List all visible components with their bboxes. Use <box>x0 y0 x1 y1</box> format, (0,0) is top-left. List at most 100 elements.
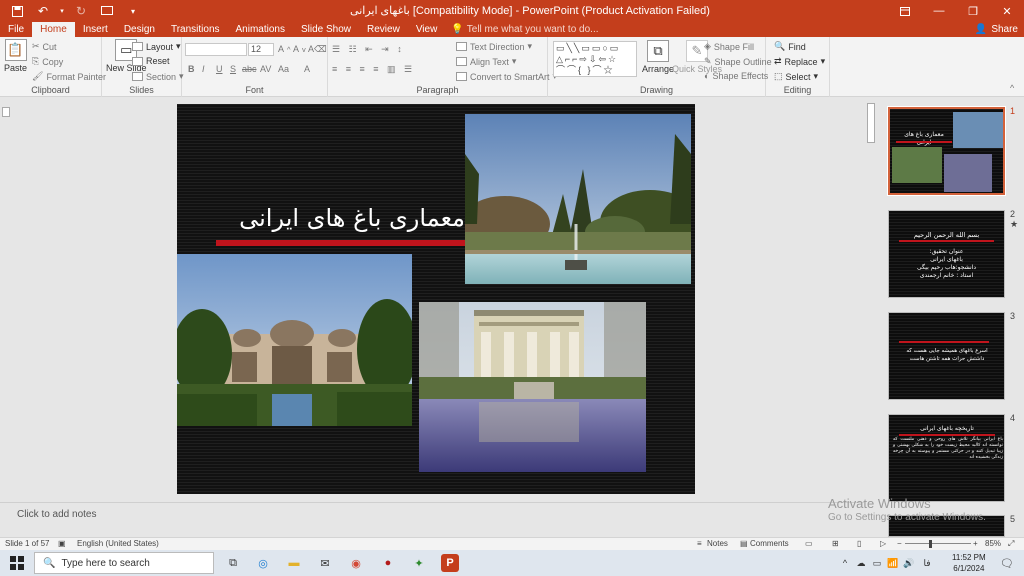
zoom-level[interactable]: 85% <box>985 539 1001 548</box>
tab-review[interactable]: Review <box>359 22 408 37</box>
grow-font-icon[interactable]: A ^ <box>278 44 291 54</box>
tab-transitions[interactable]: Transitions <box>163 22 228 37</box>
slide-thumbnail-3[interactable]: اسرع باغهای همیشه جایی هست که داشتش حرات… <box>888 312 1005 400</box>
shape-effects-button[interactable]: ◐ Shape Effects <box>704 71 768 81</box>
scroll-thumb[interactable] <box>2 107 10 117</box>
chrome-icon[interactable]: ◉ <box>347 554 365 572</box>
volume-icon[interactable]: 🔊 <box>900 554 918 572</box>
slide-thumbnail-2[interactable]: بسم الله الرحمن الرحیم عنوان تحقیق: باغه… <box>888 210 1005 298</box>
spell-check-icon[interactable]: ▣ <box>58 539 66 548</box>
change-case-button[interactable]: Aa <box>278 64 289 74</box>
align-text-button[interactable]: Align Text ▾ <box>456 56 516 67</box>
maximize-icon[interactable]: ❐ <box>956 0 990 22</box>
garden-fountain-photo[interactable] <box>465 114 691 284</box>
mail-icon[interactable]: ✉ <box>316 554 334 572</box>
language-status[interactable]: English (United States) <box>77 539 159 548</box>
notes-toggle[interactable]: Notes <box>707 539 728 548</box>
tell-me-box[interactable]: 💡 Tell me what you want to do... <box>451 22 598 37</box>
normal-view-icon[interactable]: ▭ <box>805 539 813 548</box>
slideshow-view-icon[interactable]: ▷ <box>880 539 886 548</box>
powerpoint-taskbar-icon[interactable]: P <box>441 554 459 572</box>
underline-button[interactable]: U <box>216 64 223 74</box>
notification-icon[interactable]: 🗨 <box>998 554 1016 572</box>
clear-formatting-icon[interactable]: A⌫ <box>308 44 327 55</box>
shapes-gallery[interactable]: ▭╲╲▭▭○▭ △⌐⌐⇨⇩⇦☆ ⌒⌒{ }⌒☆ <box>553 41 637 77</box>
align-buttons[interactable]: ≡ ≡ ≡ ≡ ▥ ☰ <box>332 64 415 75</box>
reset-button[interactable]: Reset <box>132 56 170 66</box>
start-from-beginning-icon[interactable] <box>96 2 118 20</box>
minimize-icon[interactable]: — <box>922 0 956 22</box>
slide-thumbnail-1[interactable]: معماری باغ های ایرانی <box>887 106 1006 196</box>
paste-button[interactable]: 📋 Paste <box>4 39 27 73</box>
reading-view-icon[interactable]: ▯ <box>857 539 861 548</box>
notes-pane[interactable]: Click to add notes <box>0 502 864 537</box>
taskbar-clock[interactable]: 11:52 PM 6/1/2024 <box>952 552 986 574</box>
shrink-font-icon[interactable]: Av <box>293 44 306 54</box>
tab-animations[interactable]: Animations <box>228 22 293 37</box>
edge-browser-icon[interactable]: ◎ <box>254 554 272 572</box>
taskbar-search-box[interactable]: 🔍 Type here to search <box>34 552 214 574</box>
font-name-box[interactable] <box>185 43 247 56</box>
section-button[interactable]: Section ▾ <box>132 71 184 82</box>
format-painter-button[interactable]: 🖌 Format Painter <box>32 71 106 82</box>
italic-button[interactable]: I <box>202 64 205 74</box>
save-icon[interactable] <box>6 2 28 20</box>
collapse-ribbon-icon[interactable]: ^ <box>1010 83 1014 93</box>
mansion-reflection-pool-photo[interactable] <box>419 302 646 472</box>
redo-icon[interactable]: ↻ <box>70 2 92 20</box>
fit-to-window-icon[interactable]: ⤢ <box>1008 539 1014 549</box>
font-color-button[interactable]: A <box>304 64 310 74</box>
notes-icon[interactable]: ≡ <box>697 539 702 548</box>
customize-qat-icon[interactable]: ▾ <box>122 2 144 20</box>
undo-icon[interactable]: ↶ <box>32 2 54 20</box>
app-icon[interactable]: ✦ <box>410 554 428 572</box>
share-button[interactable]: 👤 Share <box>975 22 1018 37</box>
shape-outline-button[interactable]: ✎ Shape Outline <box>704 56 772 67</box>
character-spacing-button[interactable]: AV <box>260 64 271 74</box>
text-direction-button[interactable]: Text Direction ▾ <box>456 41 532 52</box>
shadow-button[interactable]: S <box>230 64 236 74</box>
slide-sorter-icon[interactable]: ⊞ <box>832 539 839 548</box>
undo-dropdown-icon[interactable]: ▾ <box>58 2 66 20</box>
file-explorer-icon[interactable]: ▬ <box>285 554 303 572</box>
tab-slide-show[interactable]: Slide Show <box>293 22 359 37</box>
bold-button[interactable]: B <box>188 64 195 74</box>
copy-button[interactable]: ⎘ Copy <box>32 56 63 67</box>
layout-button[interactable]: Layout ▾ <box>132 41 181 52</box>
slide-title[interactable]: معماری باغ های ایرانی <box>217 204 465 232</box>
tab-view[interactable]: View <box>408 22 446 37</box>
tab-file[interactable]: File <box>0 22 32 37</box>
thumbnail-scroll-thumb[interactable] <box>867 103 875 143</box>
garden-palace-photo[interactable] <box>177 254 412 426</box>
tab-insert[interactable]: Insert <box>75 22 116 37</box>
font-size-box[interactable]: 12 <box>248 43 274 56</box>
ribbon-display-options-icon[interactable] <box>888 0 922 22</box>
zoom-slider-thumb[interactable] <box>929 540 932 548</box>
replace-button[interactable]: ⇄ Replace ▾ <box>774 56 825 67</box>
windows-start-icon[interactable] <box>8 554 26 572</box>
list-buttons[interactable]: ☰ ☷ ⇤ ⇥ ↕ <box>332 44 405 55</box>
current-slide[interactable]: معماری باغ های ایرانی <box>177 104 695 494</box>
media-player-icon[interactable]: ● <box>379 554 397 572</box>
task-view-icon[interactable]: ⧉ <box>224 554 242 572</box>
shape-fill-button[interactable]: ◈ Shape Fill <box>704 41 754 52</box>
windows-taskbar: 🔍 Type here to search ⧉ ◎ ▬ ✉ ◉ ● ✦ P ^ … <box>0 550 1024 576</box>
keyboard-language[interactable]: فا <box>918 554 936 572</box>
close-icon[interactable]: ✕ <box>990 0 1024 22</box>
thumbnail-scrollbar[interactable] <box>864 97 878 537</box>
tab-home[interactable]: Home <box>32 22 75 37</box>
strikethrough-button[interactable]: abc <box>242 64 257 74</box>
zoom-slider[interactable] <box>905 543 971 544</box>
cut-button[interactable]: ✂ Cut <box>32 41 57 52</box>
comments-icon[interactable]: ▤ <box>740 539 748 548</box>
arrange-button[interactable]: ⧉ Arrange <box>642 40 674 74</box>
tab-design[interactable]: Design <box>116 22 163 37</box>
comments-toggle[interactable]: Comments <box>750 539 789 548</box>
convert-smartart-button[interactable]: Convert to SmartArt▾ <box>456 71 557 82</box>
slide-thumbnail-4[interactable]: تاریخچه باغهای ایرانی باغ ایرانی بیانگر … <box>888 414 1005 502</box>
zoom-out-icon[interactable]: − <box>897 539 902 548</box>
select-button[interactable]: ⬚ Select ▾ <box>774 71 818 82</box>
zoom-in-icon[interactable]: + <box>973 539 978 548</box>
editor-vertical-scrollbar[interactable] <box>0 97 12 497</box>
find-button[interactable]: 🔍 Find <box>774 41 806 52</box>
